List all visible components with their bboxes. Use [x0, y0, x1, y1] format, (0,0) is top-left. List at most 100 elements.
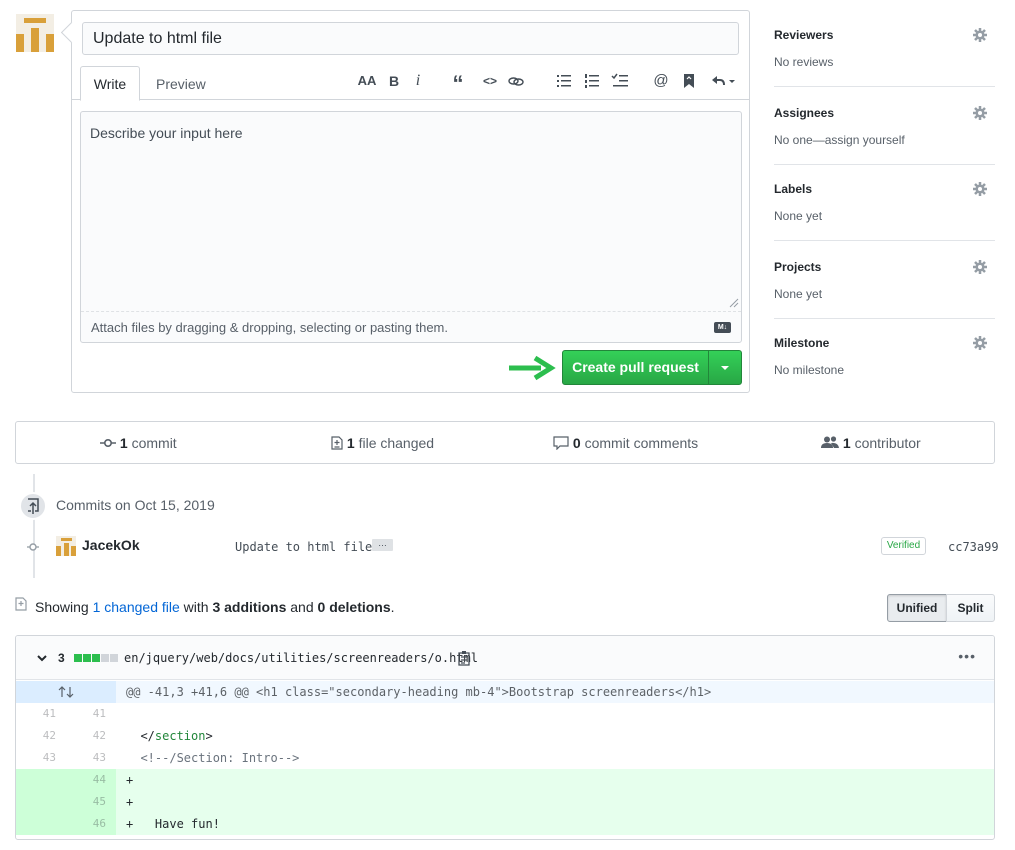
mention-icon[interactable]: @	[653, 71, 669, 91]
file-path-link[interactable]: en/jquery/web/docs/utilities/screenreade…	[124, 651, 478, 665]
tab-write[interactable]: Write	[80, 66, 140, 101]
files-label: file changed	[358, 435, 435, 451]
commit-comments-tab[interactable]: 0 commit comments	[553, 435, 698, 451]
bold-icon[interactable]: B	[387, 71, 401, 91]
changed-files-link[interactable]: 1 changed file	[93, 599, 180, 615]
sidebar-title-assignees[interactable]: Assignees	[774, 106, 995, 120]
diff-stat-block	[110, 654, 118, 662]
showing-and: and	[290, 599, 314, 615]
diff-stat-block	[74, 654, 82, 662]
create-pr-dropdown-button[interactable]	[708, 350, 742, 385]
unordered-list-icon[interactable]	[556, 71, 572, 91]
line-code: </section>	[126, 729, 213, 743]
task-list-icon[interactable]	[611, 71, 629, 91]
new-line-number[interactable]: 44	[66, 769, 116, 791]
header-text-icon[interactable]: AA	[356, 71, 378, 91]
resize-handle-icon[interactable]	[729, 298, 739, 308]
body-textarea[interactable]: Describe your input here Attach files by…	[80, 111, 742, 343]
attach-files-hint[interactable]: Attach files by dragging & dropping, sel…	[91, 320, 448, 335]
gear-icon[interactable]	[973, 106, 987, 120]
gear-icon[interactable]	[973, 182, 987, 196]
contributors-label: contributor	[854, 435, 921, 451]
tab-preview[interactable]: Preview	[156, 66, 206, 101]
comments-count: 0	[572, 435, 581, 451]
link-icon[interactable]	[508, 71, 524, 91]
new-line-number[interactable]: 42	[66, 725, 116, 747]
file-actions-menu[interactable]: •••	[958, 648, 976, 664]
unified-view-button[interactable]: Unified	[887, 594, 947, 622]
sidebar-projects: Projects None yet	[774, 260, 995, 319]
contributors-count: 1	[842, 435, 851, 451]
showing-prefix: Showing	[35, 599, 89, 615]
showing-suffix: .	[390, 599, 395, 615]
additions-count: 3 additions	[212, 599, 287, 615]
commit-author-avatar[interactable]	[56, 536, 76, 556]
commit-sha-link[interactable]: cc73a99	[948, 540, 999, 554]
comments-label: commit comments	[584, 435, 699, 451]
saved-replies-icon[interactable]	[682, 71, 696, 91]
sidebar-value-milestone: No milestone	[774, 363, 845, 377]
code-icon[interactable]: <>	[480, 71, 500, 91]
markdown-icon[interactable]: M↓	[714, 322, 731, 333]
commit-icon	[100, 438, 116, 448]
expand-lines-icon[interactable]	[16, 681, 116, 703]
showing-with: with	[183, 599, 209, 615]
sidebar-title-projects[interactable]: Projects	[774, 260, 995, 274]
hunk-header-text: @@ -41,3 +41,6 @@ <h1 class="secondary-h…	[126, 685, 712, 699]
gear-icon[interactable]	[973, 28, 987, 42]
line-code: + Have fun!	[126, 817, 220, 831]
clipboard-icon[interactable]	[457, 650, 471, 666]
sidebar-title-reviewers[interactable]: Reviewers	[774, 28, 995, 42]
gear-icon[interactable]	[973, 260, 987, 274]
expand-commit-button[interactable]: …	[372, 539, 393, 551]
commits-tab[interactable]: 1 commit	[100, 435, 177, 451]
split-view-button[interactable]: Split	[946, 594, 995, 622]
comment-icon	[553, 436, 569, 451]
diff-stat-block	[101, 654, 109, 662]
sidebar-value-reviewers: No reviews	[774, 55, 834, 69]
gear-icon[interactable]	[973, 336, 987, 350]
commits-count: 1	[119, 435, 128, 451]
line-code: +	[126, 795, 134, 809]
new-line-number[interactable]: 45	[66, 791, 116, 813]
file-diff-icon	[15, 597, 27, 611]
create-pull-request-button[interactable]: Create pull request	[562, 350, 709, 385]
chevron-down-icon[interactable]	[37, 653, 47, 663]
sidebar-title-milestone[interactable]: Milestone	[774, 336, 995, 350]
reply-icon[interactable]	[709, 71, 737, 91]
contributors-tab[interactable]: 1 contributor	[821, 435, 921, 451]
commit-author-link[interactable]: JacekOk	[82, 537, 140, 553]
old-line-number[interactable]: 42	[16, 725, 66, 747]
repo-push-icon	[19, 492, 47, 520]
diff-line-addition: 46 + Have fun!	[16, 813, 994, 835]
sidebar-reviewers: Reviewers No reviews	[774, 28, 995, 87]
ordered-list-icon[interactable]	[584, 71, 600, 91]
sidebar-value-labels: None yet	[774, 209, 823, 223]
diff-line: 42 42 </section>	[16, 725, 994, 747]
old-line-number[interactable]: 43	[16, 747, 66, 769]
line-code: +	[126, 773, 134, 787]
diff-line-addition: 45 +	[16, 791, 994, 813]
verified-badge[interactable]: Verified	[881, 537, 926, 555]
files-changed-tab[interactable]: 1 file changed	[331, 435, 434, 451]
arrow-right-icon	[509, 355, 556, 381]
quote-icon[interactable]: “	[450, 71, 466, 96]
diff-line-addition: 44 +	[16, 769, 994, 791]
diff-stat-block	[92, 654, 100, 662]
new-line-number[interactable]: 43	[66, 747, 116, 769]
commit-message-link[interactable]: Update to html file	[235, 540, 372, 554]
sidebar-value-assignees[interactable]: No one—assign yourself	[774, 133, 995, 147]
deletions-count: 0 deletions	[317, 599, 391, 615]
new-line-number[interactable]: 46	[66, 813, 116, 835]
italic-icon[interactable]: i	[412, 71, 424, 91]
files-count: 1	[346, 435, 355, 451]
author-avatar[interactable]	[16, 14, 54, 52]
title-input[interactable]: Update to html file	[82, 22, 739, 55]
commit-node-icon	[27, 543, 39, 551]
old-line-number[interactable]: 41	[16, 703, 66, 725]
hunk-header-row: @@ -41,3 +41,6 @@ <h1 class="secondary-h…	[16, 681, 994, 703]
sidebar-title-labels[interactable]: Labels	[774, 182, 995, 196]
attach-divider	[81, 311, 741, 312]
new-line-number[interactable]: 41	[66, 703, 116, 725]
file-diff-icon	[331, 436, 343, 450]
